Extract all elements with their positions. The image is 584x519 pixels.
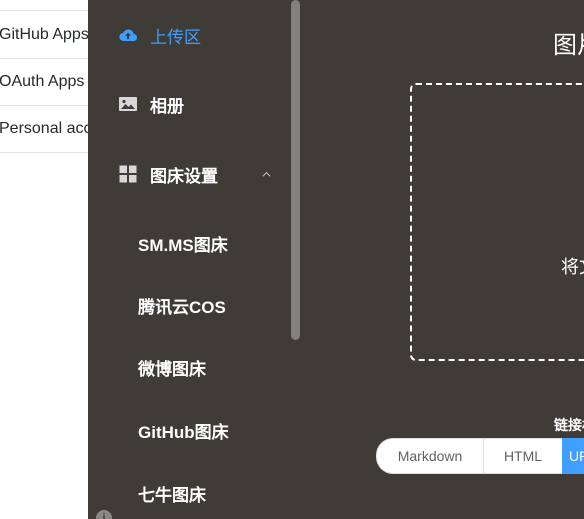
sidebar-item-album[interactable]: 相册: [88, 84, 288, 124]
sidebar-item-label: 图床设置: [150, 166, 218, 186]
sidebar-subitem-weibo[interactable]: 微博图床: [88, 345, 288, 385]
link-format-selector: Markdown HTML URL: [376, 438, 584, 474]
format-html-button[interactable]: HTML: [483, 438, 562, 474]
sidebar-subitem-label: GitHub图床: [138, 423, 229, 442]
sidebar-subitem-github[interactable]: GitHub图床: [88, 408, 288, 448]
chevron-up-icon[interactable]: [262, 170, 271, 179]
sidebar-scrollbar[interactable]: [291, 0, 300, 340]
cloud-upload-icon: [119, 29, 138, 42]
info-icon[interactable]: i: [96, 510, 112, 519]
page-title: 图片上传: [553, 32, 584, 59]
image-icon: [119, 97, 137, 111]
sidebar-item-upload[interactable]: 上传区: [88, 15, 288, 55]
picgo-window: 上传区 相册 图床设置 SM.MS图床 腾讯云COS 微博图床 GitHub图床…: [88, 0, 584, 519]
drop-zone-text: 将文件拖到此处，或点击上传: [561, 257, 584, 277]
sidebar-item-settings[interactable]: 图床设置: [88, 154, 288, 194]
sidebar-subitem-label: 腾讯云COS: [138, 298, 226, 317]
grid-icon: [119, 165, 137, 183]
bg-link-personal-tokens[interactable]: Personal access tokens: [0, 105, 99, 153]
sidebar-subitem-tencent-cos[interactable]: 腾讯云COS: [88, 283, 288, 323]
upload-drop-zone[interactable]: [410, 83, 584, 361]
link-format-label: 链接格式: [554, 417, 584, 433]
sidebar-item-label: 相册: [150, 96, 184, 116]
sidebar-subitem-label: 七牛图床: [138, 486, 206, 505]
sidebar-subitem-qiniu[interactable]: 七牛图床: [88, 471, 288, 511]
sidebar-subitem-smms[interactable]: SM.MS图床: [88, 221, 288, 261]
background-page: GitHub Apps OAuth Apps Personal access t…: [0, 0, 100, 519]
sidebar-item-label: 上传区: [150, 27, 201, 47]
format-url-button[interactable]: URL: [562, 438, 584, 474]
bg-link-github-apps[interactable]: GitHub Apps: [0, 11, 99, 59]
sidebar-subitem-label: 微博图床: [138, 360, 206, 379]
sidebar: 上传区 相册 图床设置 SM.MS图床 腾讯云COS 微博图床 GitHub图床…: [88, 0, 304, 519]
sidebar-subitem-label: SM.MS图床: [138, 236, 228, 255]
format-markdown-button[interactable]: Markdown: [376, 438, 483, 474]
bg-link-oauth-apps[interactable]: OAuth Apps: [0, 58, 99, 106]
